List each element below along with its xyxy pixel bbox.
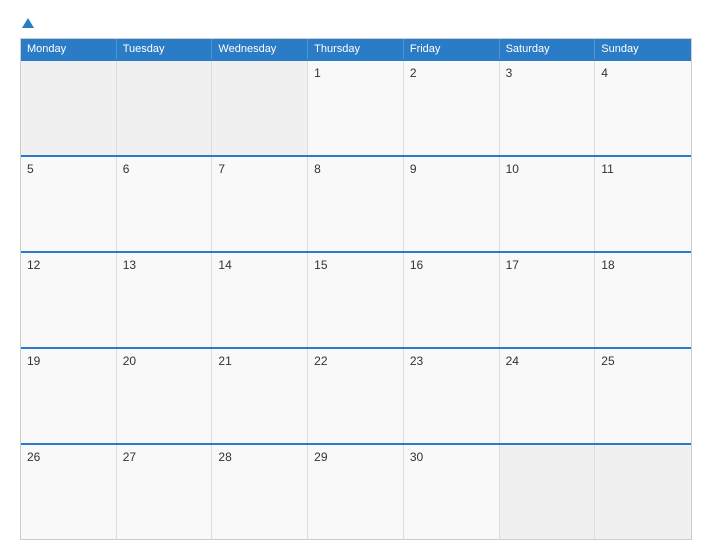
day-header-wednesday: Wednesday: [212, 39, 308, 59]
day-headers-row: MondayTuesdayWednesdayThursdayFridaySatu…: [21, 39, 691, 59]
week-row-2: 12 13 14 15 16 17 18: [21, 251, 691, 347]
day-cell: 29: [308, 445, 404, 539]
header: [20, 18, 692, 28]
day-number: 24: [506, 354, 519, 368]
day-number: 2: [410, 66, 417, 80]
day-cell: 18: [595, 253, 691, 347]
day-cell: 2: [404, 61, 500, 155]
day-number: 20: [123, 354, 136, 368]
logo-triangle-icon: [22, 18, 34, 28]
day-cell: 20: [117, 349, 213, 443]
day-header-saturday: Saturday: [500, 39, 596, 59]
day-cell: 24: [500, 349, 596, 443]
weeks-container: 1234567891011121314151617181920212223242…: [21, 59, 691, 539]
day-cell: [21, 61, 117, 155]
day-number: 3: [506, 66, 513, 80]
day-number: 16: [410, 258, 423, 272]
day-number: 9: [410, 162, 417, 176]
day-cell: 27: [117, 445, 213, 539]
day-cell: 23: [404, 349, 500, 443]
day-number: 23: [410, 354, 423, 368]
day-number: 19: [27, 354, 40, 368]
week-row-1: 5 6 7 8 9 10 11: [21, 155, 691, 251]
day-cell: 13: [117, 253, 213, 347]
day-number: 18: [601, 258, 614, 272]
day-number: 26: [27, 450, 40, 464]
week-row-0: 1 2 3 4: [21, 59, 691, 155]
day-cell: 9: [404, 157, 500, 251]
day-number: 30: [410, 450, 423, 464]
calendar-grid: MondayTuesdayWednesdayThursdayFridaySatu…: [20, 38, 692, 540]
day-number: 5: [27, 162, 34, 176]
day-cell: 12: [21, 253, 117, 347]
day-cell: 14: [212, 253, 308, 347]
day-number: 6: [123, 162, 130, 176]
day-number: 22: [314, 354, 327, 368]
day-number: 28: [218, 450, 231, 464]
week-row-3: 19 20 21 22 23 24 25: [21, 347, 691, 443]
day-number: 13: [123, 258, 136, 272]
day-number: 29: [314, 450, 327, 464]
week-row-4: 26 27 28 29 30: [21, 443, 691, 539]
day-number: 11: [601, 162, 613, 176]
day-cell: 25: [595, 349, 691, 443]
day-number: 8: [314, 162, 321, 176]
day-number: 21: [218, 354, 231, 368]
day-header-thursday: Thursday: [308, 39, 404, 59]
day-cell: 28: [212, 445, 308, 539]
day-number: 17: [506, 258, 519, 272]
day-cell: 21: [212, 349, 308, 443]
day-number: 10: [506, 162, 519, 176]
calendar-page: MondayTuesdayWednesdayThursdayFridaySatu…: [0, 0, 712, 550]
day-cell: 26: [21, 445, 117, 539]
day-cell: 1: [308, 61, 404, 155]
day-cell: 10: [500, 157, 596, 251]
day-number: 25: [601, 354, 614, 368]
day-header-tuesday: Tuesday: [117, 39, 213, 59]
day-cell: [212, 61, 308, 155]
day-cell: 17: [500, 253, 596, 347]
day-cell: [500, 445, 596, 539]
day-number: 1: [314, 66, 321, 80]
day-number: 7: [218, 162, 225, 176]
day-cell: 8: [308, 157, 404, 251]
day-number: 14: [218, 258, 231, 272]
day-cell: 11: [595, 157, 691, 251]
day-number: 15: [314, 258, 327, 272]
day-cell: 6: [117, 157, 213, 251]
day-cell: 7: [212, 157, 308, 251]
day-cell: 3: [500, 61, 596, 155]
day-cell: 15: [308, 253, 404, 347]
day-cell: 4: [595, 61, 691, 155]
day-cell: 19: [21, 349, 117, 443]
day-cell: 16: [404, 253, 500, 347]
day-number: 4: [601, 66, 608, 80]
day-header-monday: Monday: [21, 39, 117, 59]
logo: [20, 18, 34, 28]
day-header-friday: Friday: [404, 39, 500, 59]
day-header-sunday: Sunday: [595, 39, 691, 59]
day-cell: [595, 445, 691, 539]
day-number: 27: [123, 450, 136, 464]
day-cell: [117, 61, 213, 155]
day-cell: 30: [404, 445, 500, 539]
day-number: 12: [27, 258, 40, 272]
day-cell: 22: [308, 349, 404, 443]
day-cell: 5: [21, 157, 117, 251]
